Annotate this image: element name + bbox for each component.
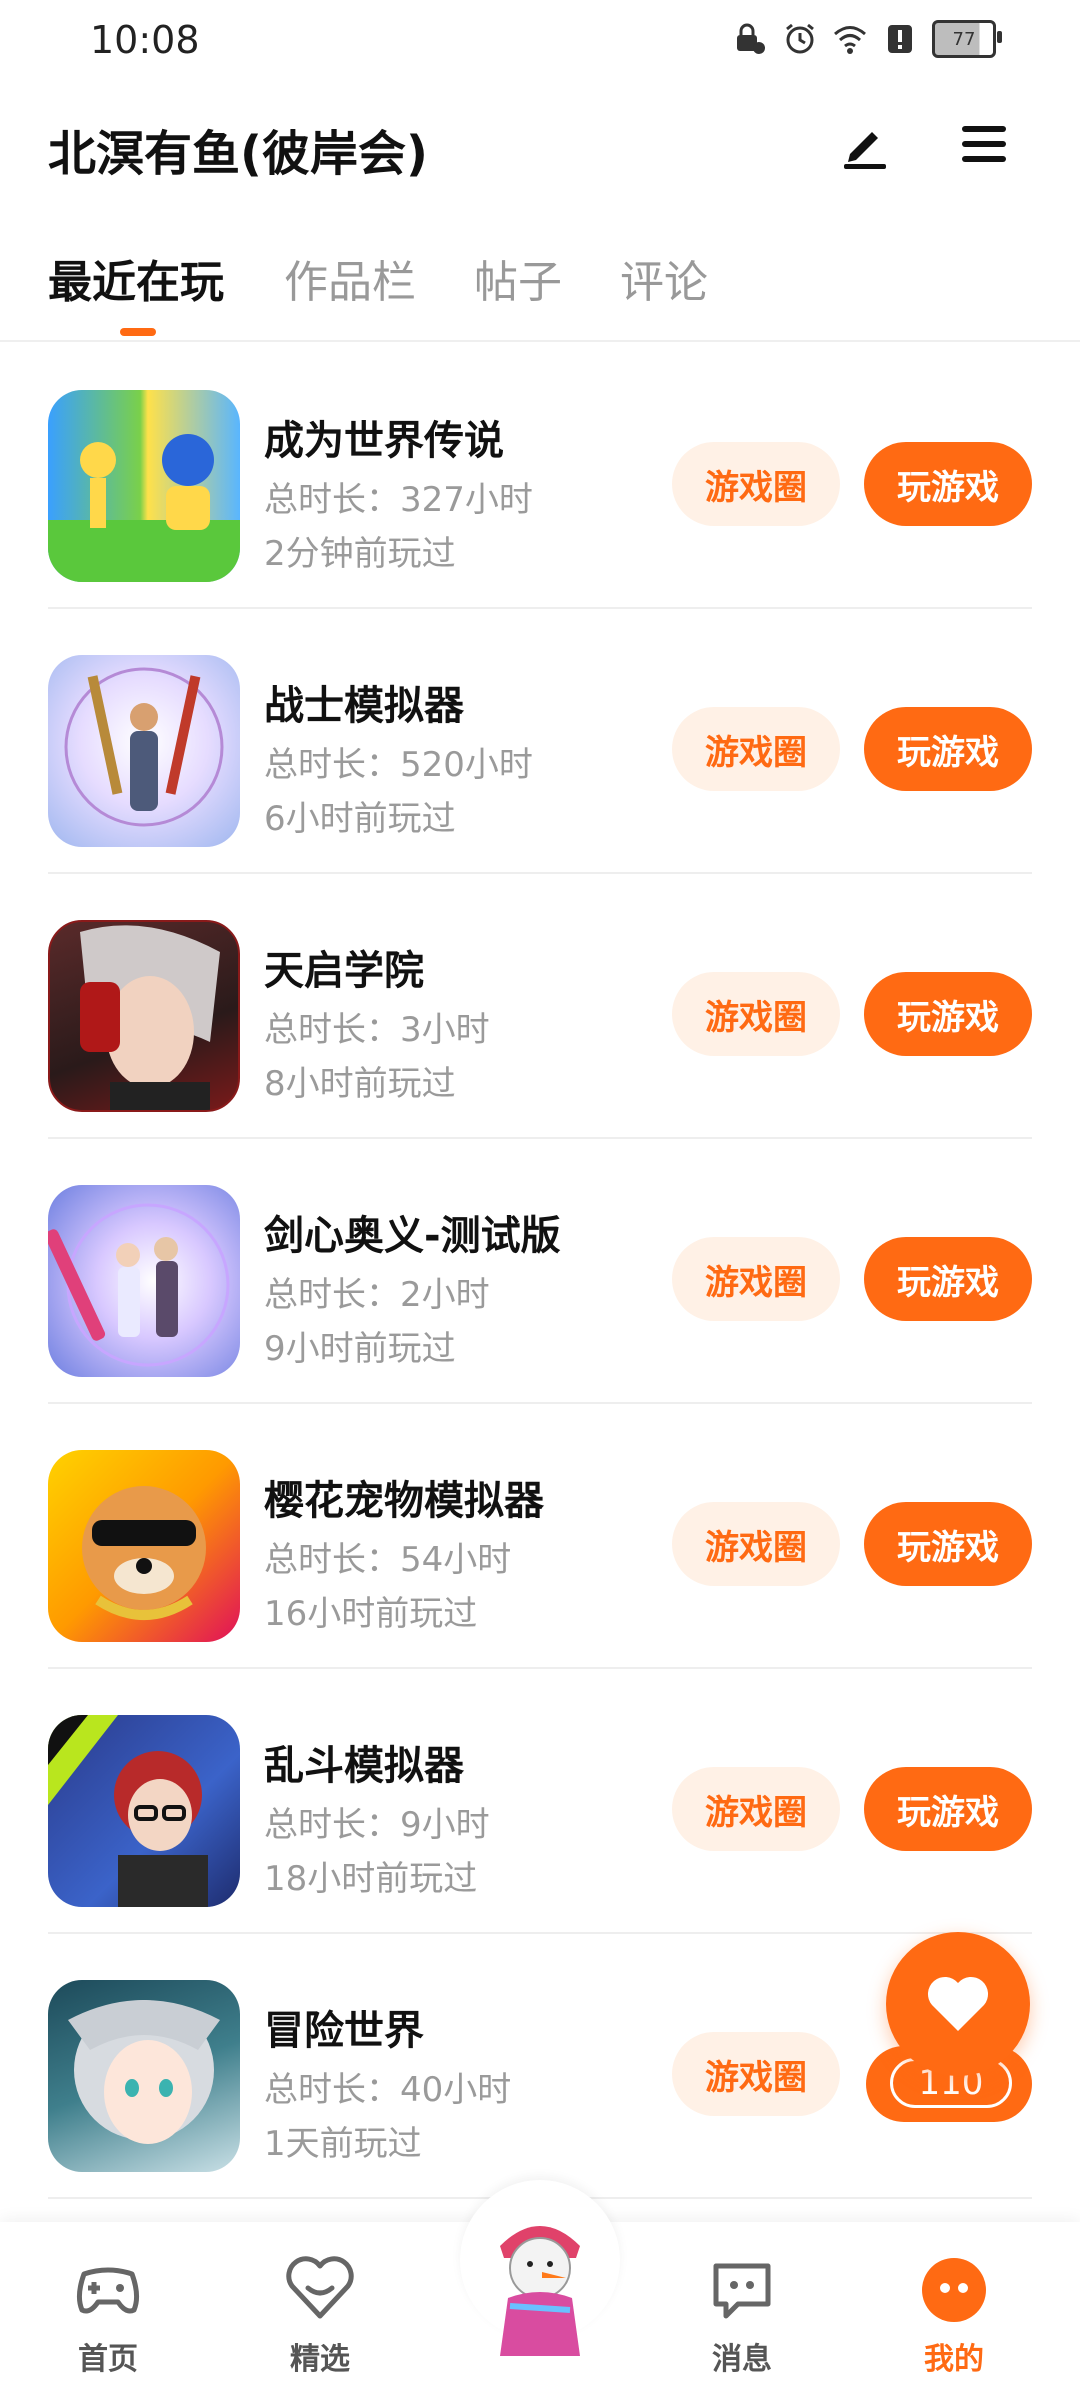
game-icon	[48, 920, 240, 1112]
game-icon	[48, 1185, 240, 1377]
game-icon	[48, 390, 240, 582]
game-title: 战士模拟器	[264, 683, 464, 729]
avatar-character	[500, 2226, 580, 2356]
tab-works[interactable]: 作品栏	[284, 246, 416, 310]
game-title: 天启学院	[264, 948, 424, 994]
list-item[interactable]: 樱花宠物模拟器 总时长：54小时 16小时前玩过 游戏圈 玩游戏	[0, 1404, 1080, 1669]
game-title: 樱花宠物模拟器	[264, 1478, 544, 1524]
status-bar: 10:08 77	[0, 0, 1080, 80]
last-played: 6小时前玩过	[264, 799, 456, 839]
profile-face-icon	[922, 2258, 986, 2322]
last-played: 8小时前玩过	[264, 1064, 456, 1104]
play-duration: 总时长：2小时	[264, 1275, 490, 1315]
play-duration: 总时长：54小时	[264, 1540, 512, 1580]
list-item[interactable]: 成为世界传说 总时长：327小时 2分钟前玩过 游戏圈 玩游戏	[0, 344, 1080, 609]
list-item[interactable]: 战士模拟器 总时长：520小时 6小时前玩过 游戏圈 玩游戏	[0, 609, 1080, 874]
play-duration: 总时长：520小时	[264, 745, 533, 785]
nav-profile[interactable]: 我的	[884, 2252, 1024, 2378]
play-game-button[interactable]: 玩游戏	[864, 1767, 1032, 1851]
play-game-button[interactable]: 玩游戏	[864, 972, 1032, 1056]
battery-icon: 77	[932, 20, 1002, 58]
game-title: 乱斗模拟器	[264, 1743, 464, 1789]
game-circle-button[interactable]: 游戏圈	[672, 1767, 840, 1851]
nav-label-home: 首页	[78, 2342, 138, 2377]
play-duration: 总时长：40小时	[264, 2070, 512, 2110]
gamepad-icon	[76, 2267, 140, 2314]
last-played: 18小时前玩过	[264, 1859, 478, 1899]
tab-comments[interactable]: 评论	[620, 246, 708, 310]
list-item[interactable]: 天启学院 总时长：3小时 8小时前玩过 游戏圈 玩游戏	[0, 874, 1080, 1139]
game-circle-button[interactable]: 游戏圈	[672, 1502, 840, 1586]
game-icon	[48, 1715, 240, 1907]
play-game-button[interactable]: 玩游戏	[864, 707, 1032, 791]
status-icons: 77	[732, 20, 1002, 58]
last-played: 9小时前玩过	[264, 1329, 456, 1369]
play-duration: 总时长：3小时	[264, 1010, 490, 1050]
lock-icon	[737, 23, 765, 54]
center-avatar-button[interactable]	[460, 2180, 620, 2400]
edit-icon[interactable]	[836, 116, 892, 172]
chat-icon	[713, 2263, 771, 2319]
play-game-button[interactable]: 玩游戏	[864, 1502, 1032, 1586]
nav-messages[interactable]: 消息	[672, 2252, 812, 2378]
last-played: 2分钟前玩过	[264, 534, 456, 574]
play-duration: 总时长：327小时	[264, 480, 533, 520]
status-time: 10:08	[90, 18, 200, 62]
tab-recent[interactable]: 最近在玩	[48, 246, 224, 310]
game-circle-button[interactable]: 游戏圈	[672, 2032, 840, 2116]
game-icon	[48, 1450, 240, 1642]
wifi-icon	[834, 26, 866, 54]
menu-icon[interactable]	[956, 116, 1012, 172]
nav-featured[interactable]: 精选	[250, 2252, 390, 2378]
game-circle-button[interactable]: 游戏圈	[672, 707, 840, 791]
heart-icon	[927, 1976, 989, 2031]
game-icon	[48, 655, 240, 847]
game-circle-button[interactable]: 游戏圈	[672, 442, 840, 526]
nav-label-messages: 消息	[712, 2342, 772, 2377]
divider	[0, 340, 1080, 342]
play-game-button[interactable]: 玩游戏	[864, 1237, 1032, 1321]
game-circle-button[interactable]: 游戏圈	[672, 1237, 840, 1321]
tab-posts[interactable]: 帖子	[474, 246, 562, 310]
game-circle-button[interactable]: 游戏圈	[672, 972, 840, 1056]
page-title: 北溟有鱼(彼岸会)	[48, 126, 428, 182]
alert-icon	[888, 25, 912, 53]
tab-bar: 最近在玩 作品栏 帖子 评论	[0, 236, 1080, 340]
nav-label-profile: 我的	[924, 2342, 984, 2377]
profile-header: 北溟有鱼(彼岸会)	[0, 96, 1080, 196]
last-played: 1天前玩过	[264, 2124, 422, 2164]
nav-label-featured: 精选	[290, 2342, 350, 2377]
like-fab-button[interactable]	[886, 1932, 1030, 2076]
play-game-button[interactable]: 玩游戏	[864, 442, 1032, 526]
game-icon	[48, 1980, 240, 2172]
list-item[interactable]: 剑心奥义-测试版 总时长：2小时 9小时前玩过 游戏圈 玩游戏	[0, 1139, 1080, 1404]
alarm-icon	[786, 23, 814, 54]
game-title: 成为世界传说	[264, 418, 504, 464]
heart-outline-icon	[286, 2256, 354, 2319]
list-item[interactable]: 乱斗模拟器 总时长：9小时 18小时前玩过 游戏圈 玩游戏	[0, 1669, 1080, 1934]
game-title: 冒险世界	[264, 2008, 424, 2054]
tab-indicator	[120, 328, 156, 336]
last-played: 16小时前玩过	[264, 1594, 478, 1634]
play-duration: 总时长：9小时	[264, 1805, 490, 1845]
game-title: 剑心奥义-测试版	[264, 1213, 561, 1259]
nav-home[interactable]: 首页	[38, 2252, 178, 2378]
